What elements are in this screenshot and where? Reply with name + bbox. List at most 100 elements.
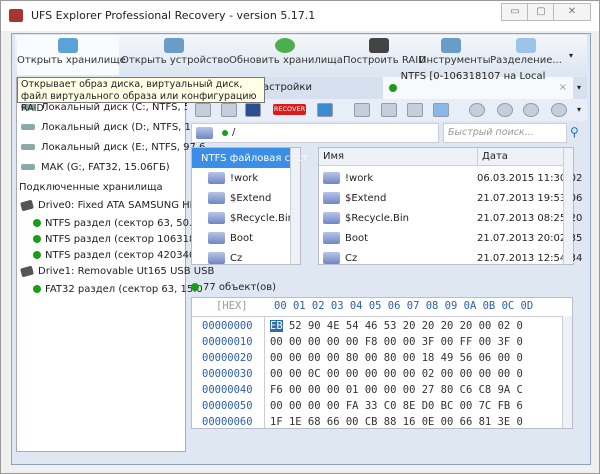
- list-item[interactable]: Boot 21.07.2013 20:02:35: [323, 228, 582, 248]
- disk-g[interactable]: МАК (G:, FAT32, 15.06ГБ): [17, 158, 170, 176]
- view-icon[interactable]: [354, 103, 370, 117]
- filter-icon[interactable]: [381, 103, 397, 117]
- find-icon[interactable]: [245, 103, 261, 117]
- hex-row[interactable]: 00 00 00 00 FA 33 C0 8E D0 BC 00 7C FB 6: [270, 400, 523, 412]
- hex-offset: 00000020: [202, 352, 253, 364]
- scan-icon[interactable]: [195, 103, 211, 117]
- status-dot-icon: [33, 219, 41, 227]
- partition[interactable]: FAT32 раздел (сектор 63, 15.0: [33, 280, 203, 298]
- disk-e[interactable]: Локальный диск (E:, NTFS, 97.6: [17, 138, 205, 156]
- recover-button[interactable]: RECOVER: [273, 104, 306, 115]
- object-count: 77 объект(ов): [203, 281, 277, 293]
- tree-item[interactable]: !work: [208, 168, 258, 188]
- hex-offset: 00000050: [202, 400, 253, 412]
- file-name: !work: [345, 172, 374, 184]
- drive0[interactable]: Drive0: Fixed ATA SAMSUNG HD3: [17, 196, 204, 214]
- list-item[interactable]: !work 06.03.2015 11:30:02: [323, 168, 582, 188]
- tree-item[interactable]: Boot: [208, 228, 253, 248]
- status-dot-icon: [33, 251, 41, 259]
- folder-icon: [323, 192, 340, 204]
- properties-icon[interactable]: [407, 103, 423, 117]
- label: NTFS раздел (сектор 42034078: [45, 249, 209, 261]
- label: NTFS раздел (сектор 10631823: [45, 233, 209, 245]
- hex-bytes: 52 90 4E 54 46 53 20 20 20 20 00 02 0: [282, 320, 523, 332]
- hex-view-icon[interactable]: [433, 103, 449, 117]
- list-item[interactable]: Cz 21.07.2013 12:54:34: [323, 248, 582, 268]
- list-item[interactable]: $Recycle.Bin 21.07.2013 08:25:20: [323, 208, 582, 228]
- list-item[interactable]: $Extend 21.07.2013 19:53:06: [323, 188, 582, 208]
- status-dot-icon: [33, 285, 41, 293]
- file-name: $Extend: [345, 192, 387, 204]
- folder-icon: [208, 172, 225, 184]
- label: NTFS раздел (сектор 63, 50.69: [45, 217, 205, 229]
- disk-d[interactable]: Локальный диск (D:, NTFS, 149.: [17, 118, 207, 136]
- hex-label: [HEX]: [216, 300, 248, 312]
- file-name: $Recycle.Bin: [345, 212, 410, 224]
- toolbar-more-icon[interactable]: ▾: [577, 105, 581, 114]
- tab-menu-icon[interactable]: ▾: [577, 83, 581, 92]
- hex-cursor[interactable]: EB: [270, 320, 283, 332]
- hex-view: [HEX] 00 01 02 03 04 05 06 07 08 09 0A 0…: [191, 297, 573, 429]
- ribbon-more-icon[interactable]: ▾: [569, 51, 573, 60]
- hex-row[interactable]: 1F 1E 68 66 00 CB 88 16 0E 00 66 81 3E 0: [270, 416, 523, 428]
- maximize-button[interactable]: ▢: [527, 3, 555, 21]
- refresh-storage-button[interactable]: Обновить хранилища: [229, 35, 343, 75]
- column-name[interactable]: Имя: [323, 151, 344, 162]
- tree-item[interactable]: Cz: [208, 248, 242, 268]
- label: МАК (G:, FAT32, 15.06ГБ): [41, 161, 170, 173]
- status-dot-icon: [33, 235, 41, 243]
- tab-settings[interactable]: астройки: [257, 77, 318, 99]
- tree-item[interactable]: $Extend: [208, 188, 271, 208]
- tab-close-icon[interactable]: ×: [559, 77, 567, 99]
- open-device-button[interactable]: Открыть устройство: [121, 35, 229, 75]
- tab-ntfs[interactable]: NTFS [0-106318107 на Local ...×: [383, 71, 573, 104]
- hex-row[interactable]: 00 00 00 00 00 F8 00 00 3F 00 FF 00 3F 0: [270, 336, 523, 348]
- export-icon[interactable]: [317, 103, 333, 117]
- title-bar: UFS Explorer Professional Recovery - ver…: [1, 1, 599, 31]
- label: FAT32 раздел (сектор 63, 15.0: [45, 283, 203, 295]
- path-bar[interactable]: /: [191, 123, 439, 143]
- window-title: UFS Explorer Professional Recovery - ver…: [31, 9, 316, 22]
- tree-item[interactable]: $Recycle.Bin: [208, 208, 294, 228]
- open-storage-button[interactable]: Открыть хранилище: [17, 35, 126, 75]
- quick-search-input[interactable]: Быстрый поиск...: [443, 123, 567, 143]
- label: Открыть хранилище: [17, 55, 126, 66]
- tool-icon[interactable]: [523, 103, 539, 117]
- folder-icon: [208, 212, 225, 224]
- list-header: Имя Дата: [319, 148, 563, 166]
- hex-offset: 00000030: [202, 368, 253, 380]
- column-date[interactable]: Дата: [477, 148, 512, 166]
- minimize-button[interactable]: ▭: [501, 3, 529, 21]
- label: Подключенные хранилища: [19, 181, 163, 193]
- options-icon[interactable]: [551, 103, 567, 117]
- folder-icon: [196, 127, 213, 139]
- tools-icon: [441, 38, 461, 53]
- status-dot-icon: [222, 130, 228, 136]
- hex-column-header: 00 01 02 03 04 05 06 07 08 09 0A 0B 0C 0…: [274, 300, 534, 312]
- hdd-icon: [20, 199, 34, 211]
- close-button[interactable]: ✕: [553, 3, 591, 21]
- refresh-icon: [275, 38, 295, 53]
- hex-row[interactable]: 00 00 00 00 80 00 80 00 18 49 56 06 00 0: [270, 352, 523, 364]
- raid-icon: [369, 38, 389, 53]
- folder-icon: [323, 212, 340, 224]
- list-scrollbar[interactable]: [563, 148, 573, 264]
- hex-offset: 00000060: [202, 416, 253, 428]
- folder-icon: [323, 252, 340, 264]
- hex-row[interactable]: 00 00 0C 00 00 00 00 00 02 00 00 00 00 0: [270, 368, 523, 380]
- search-icon[interactable]: ⚲: [570, 125, 579, 139]
- tree-root[interactable]: NTFS файловая сист: [192, 148, 308, 168]
- settings-icon[interactable]: [469, 103, 485, 117]
- label: Локальный диск (E:, NTFS, 97.6: [41, 141, 206, 153]
- tooltip: Открывает образ диска, виртуальный диск,…: [17, 77, 265, 114]
- hex-row[interactable]: EB 52 90 4E 54 46 53 20 20 20 20 00 02 0: [270, 320, 523, 332]
- storage-list: Локальный диск (C:, NTFS, 50.6 Локальный…: [16, 77, 214, 452]
- gear-icon[interactable]: [497, 103, 513, 117]
- tree-scrollbar[interactable]: [290, 148, 300, 264]
- hex-row[interactable]: F6 00 00 00 01 00 00 00 27 80 C6 C8 9A C: [270, 384, 523, 396]
- drive1[interactable]: Drive1: Removable Ut165 USB USB: [17, 262, 214, 280]
- label: Инструменты: [419, 55, 491, 66]
- file-list: Имя Дата !work 06.03.2015 11:30:02 $Extend…: [318, 147, 582, 268]
- hex-scrollbar[interactable]: [562, 316, 572, 428]
- checklist-icon[interactable]: [221, 103, 237, 117]
